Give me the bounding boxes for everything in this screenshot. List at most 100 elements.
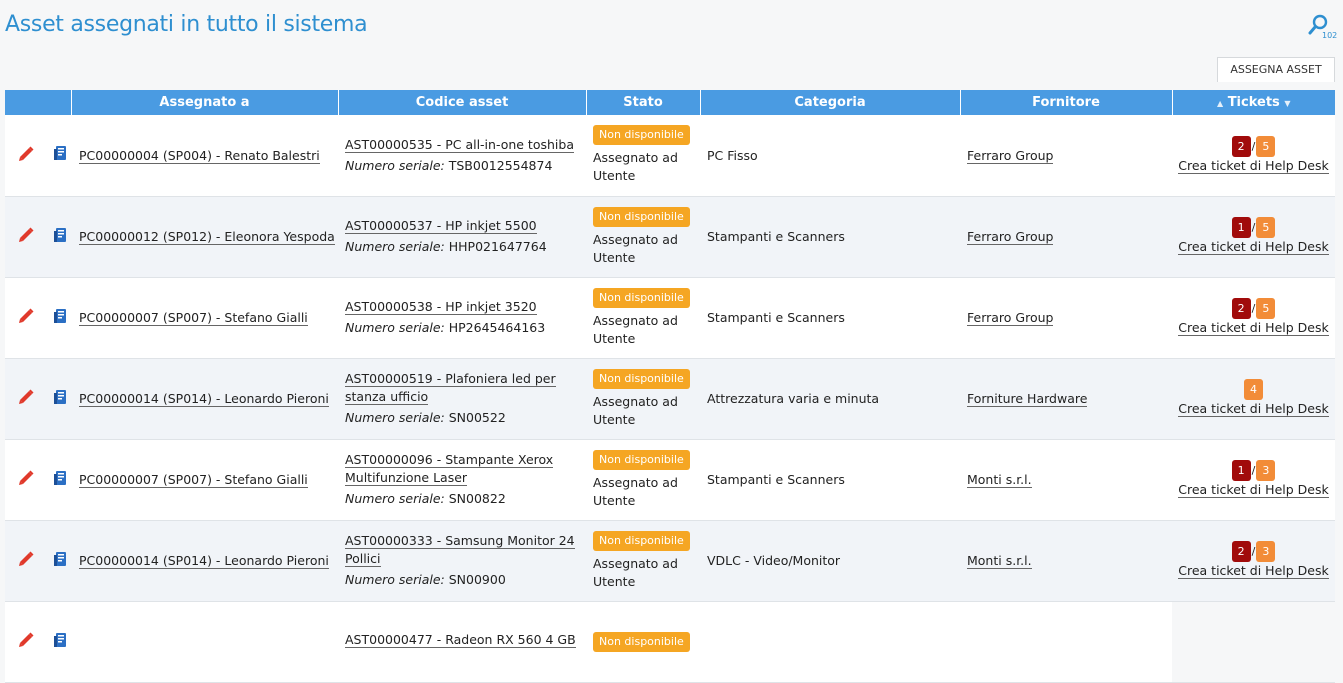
tickets-total-badge[interactable]: 3 bbox=[1256, 541, 1276, 562]
tickets-total-badge[interactable]: 5 bbox=[1256, 135, 1276, 157]
asset-link[interactable]: AST00000519 - Plafoniera led per stanza … bbox=[345, 371, 556, 405]
table-row: PC00000012 (SP012) - Eleonora Yespoda AS… bbox=[5, 196, 1335, 277]
serial-label: Numero seriale: bbox=[345, 410, 445, 425]
status-badge: Non disponibile bbox=[593, 287, 690, 308]
edit-pencil-icon[interactable] bbox=[17, 469, 35, 490]
create-ticket-link[interactable]: Crea ticket di Help Desk bbox=[1178, 239, 1329, 255]
status-badge: Non disponibile bbox=[593, 125, 690, 146]
tickets-open-badge[interactable]: 1 bbox=[1231, 217, 1251, 238]
asset-link[interactable]: AST00000477 - Radeon RX 560 4 GB bbox=[345, 632, 576, 648]
supplier-link[interactable]: Ferraro Group bbox=[967, 229, 1054, 245]
col-fornitore[interactable]: Fornitore bbox=[960, 90, 1173, 115]
create-ticket-link[interactable]: Crea ticket di Help Desk bbox=[1178, 320, 1329, 336]
tickets-total-badge[interactable]: 5 bbox=[1256, 298, 1276, 319]
create-ticket-link[interactable]: Crea ticket di Help Desk bbox=[1178, 157, 1329, 174]
supplier-link[interactable]: Ferraro Group bbox=[967, 147, 1054, 164]
row-actions bbox=[5, 277, 71, 358]
col-codice[interactable]: Codice asset bbox=[338, 90, 587, 115]
category-text: Stampanti e Scanners bbox=[707, 472, 845, 487]
serial-value: SN00822 bbox=[448, 491, 506, 506]
tickets-open-badge[interactable]: 2 bbox=[1231, 541, 1251, 562]
page-title: Asset assegnati in tutto il sistema bbox=[5, 12, 368, 37]
tickets-total-badge[interactable]: 5 bbox=[1256, 217, 1276, 238]
tickets-slash: / bbox=[1251, 221, 1256, 234]
table-header: Assegnato a Codice asset Stato Categoria… bbox=[5, 90, 1335, 115]
document-icon[interactable] bbox=[53, 470, 69, 490]
row-actions bbox=[5, 439, 71, 520]
edit-pencil-icon[interactable] bbox=[17, 388, 35, 409]
document-icon[interactable] bbox=[53, 551, 69, 571]
assignee-link[interactable]: PC00000012 (SP012) - Eleonora Yespoda bbox=[79, 229, 335, 245]
asset-link[interactable]: AST00000333 - Samsung Monitor 24 Pollici bbox=[345, 533, 575, 567]
col-assegnato[interactable]: Assegnato a bbox=[71, 90, 339, 115]
category-text: PC Fisso bbox=[707, 147, 758, 163]
supplier-link[interactable]: Monti s.r.l. bbox=[967, 553, 1032, 569]
table-row: PC00000007 (SP007) - Stefano Gialli AST0… bbox=[5, 277, 1335, 358]
tickets-open-badge[interactable]: 2 bbox=[1231, 298, 1251, 319]
tickets-slash: / bbox=[1251, 302, 1256, 315]
row-actions bbox=[5, 601, 71, 682]
sort-desc-icon[interactable]: ▼ bbox=[1284, 99, 1290, 108]
create-ticket-link[interactable]: Crea ticket di Help Desk bbox=[1178, 401, 1329, 417]
assignee-link[interactable]: PC00000014 (SP014) - Leonardo Pieroni bbox=[79, 553, 329, 569]
category-text: Stampanti e Scanners bbox=[707, 310, 845, 325]
serial-label: Numero seriale: bbox=[345, 572, 445, 587]
tickets-total-badge[interactable]: 3 bbox=[1256, 460, 1276, 481]
status-badge: Non disponibile bbox=[593, 449, 690, 470]
search-button[interactable]: 102 bbox=[1308, 14, 1338, 42]
supplier-link[interactable]: Forniture Hardware bbox=[967, 391, 1088, 407]
document-icon[interactable] bbox=[53, 227, 69, 247]
sort-asc-icon[interactable]: ▲ bbox=[1217, 99, 1223, 108]
assignee-link[interactable]: PC00000007 (SP007) - Stefano Gialli bbox=[79, 472, 308, 488]
edit-pencil-icon[interactable] bbox=[17, 307, 35, 328]
col-categoria[interactable]: Categoria bbox=[700, 90, 961, 115]
table-row: PC00000014 (SP014) - Leonardo Pieroni AS… bbox=[5, 358, 1335, 439]
assets-table: Assegnato a Codice asset Stato Categoria… bbox=[5, 90, 1335, 683]
document-icon[interactable] bbox=[53, 389, 69, 409]
edit-pencil-icon[interactable] bbox=[17, 145, 35, 166]
document-icon[interactable] bbox=[53, 632, 69, 652]
status-badge: Non disponibile bbox=[593, 530, 690, 551]
edit-pencil-icon[interactable] bbox=[17, 631, 35, 652]
col-actions bbox=[5, 90, 72, 115]
serial-label: Numero seriale: bbox=[345, 491, 445, 506]
asset-link[interactable]: AST00000537 - HP inkjet 5500 bbox=[345, 218, 537, 234]
tickets-slash: / bbox=[1251, 464, 1256, 477]
table-row: PC00000004 (SP004) - Renato Balestri AST… bbox=[5, 115, 1335, 196]
search-count: 102 bbox=[1322, 31, 1338, 40]
table-row: AST00000477 - Radeon RX 560 4 GB Non dis… bbox=[5, 601, 1335, 682]
status-text: Assegnato ad Utente bbox=[593, 555, 678, 589]
row-actions bbox=[5, 196, 71, 277]
status-text: Assegnato ad Utente bbox=[593, 150, 678, 184]
assignee-link[interactable]: PC00000007 (SP007) - Stefano Gialli bbox=[79, 310, 308, 326]
status-badge: Non disponibile bbox=[593, 368, 690, 389]
supplier-link[interactable]: Monti s.r.l. bbox=[967, 472, 1032, 488]
supplier-link[interactable]: Ferraro Group bbox=[967, 310, 1054, 326]
asset-link[interactable]: AST00000535 - PC all-in-one toshiba bbox=[345, 136, 574, 153]
tickets-open-badge[interactable]: 1 bbox=[1231, 460, 1251, 481]
col-tickets-label: Tickets bbox=[1227, 95, 1280, 110]
status-text: Assegnato ad Utente bbox=[593, 474, 678, 508]
create-ticket-link[interactable]: Crea ticket di Help Desk bbox=[1178, 482, 1329, 498]
assignee-link[interactable]: PC00000004 (SP004) - Renato Balestri bbox=[79, 147, 320, 164]
category-text: VDLC - Video/Monitor bbox=[707, 553, 841, 568]
serial-value: HP2645464163 bbox=[448, 320, 546, 335]
asset-link[interactable]: AST00000096 - Stampante Xerox Multifunzi… bbox=[345, 452, 554, 486]
assign-asset-button[interactable]: ASSEGNA ASSET bbox=[1217, 57, 1335, 82]
assignee-link[interactable]: PC00000014 (SP014) - Leonardo Pieroni bbox=[79, 391, 329, 407]
tickets-slash: / bbox=[1251, 545, 1256, 558]
tickets-slash: / bbox=[1251, 139, 1256, 153]
tickets-open-badge[interactable]: 2 bbox=[1231, 135, 1251, 157]
create-ticket-link[interactable]: Crea ticket di Help Desk bbox=[1178, 563, 1329, 579]
status-text: Assegnato ad Utente bbox=[593, 312, 678, 346]
col-tickets[interactable]: ▲ Tickets ▼ bbox=[1172, 90, 1335, 115]
asset-link[interactable]: AST00000538 - HP inkjet 3520 bbox=[345, 299, 537, 315]
status-badge: Non disponibile bbox=[593, 206, 690, 227]
edit-pencil-icon[interactable] bbox=[17, 226, 35, 247]
serial-label: Numero seriale: bbox=[345, 320, 445, 335]
document-icon[interactable] bbox=[53, 308, 69, 328]
col-stato[interactable]: Stato bbox=[586, 90, 701, 115]
document-icon[interactable] bbox=[53, 145, 69, 165]
tickets-total-badge[interactable]: 4 bbox=[1244, 379, 1263, 400]
edit-pencil-icon[interactable] bbox=[17, 550, 35, 571]
